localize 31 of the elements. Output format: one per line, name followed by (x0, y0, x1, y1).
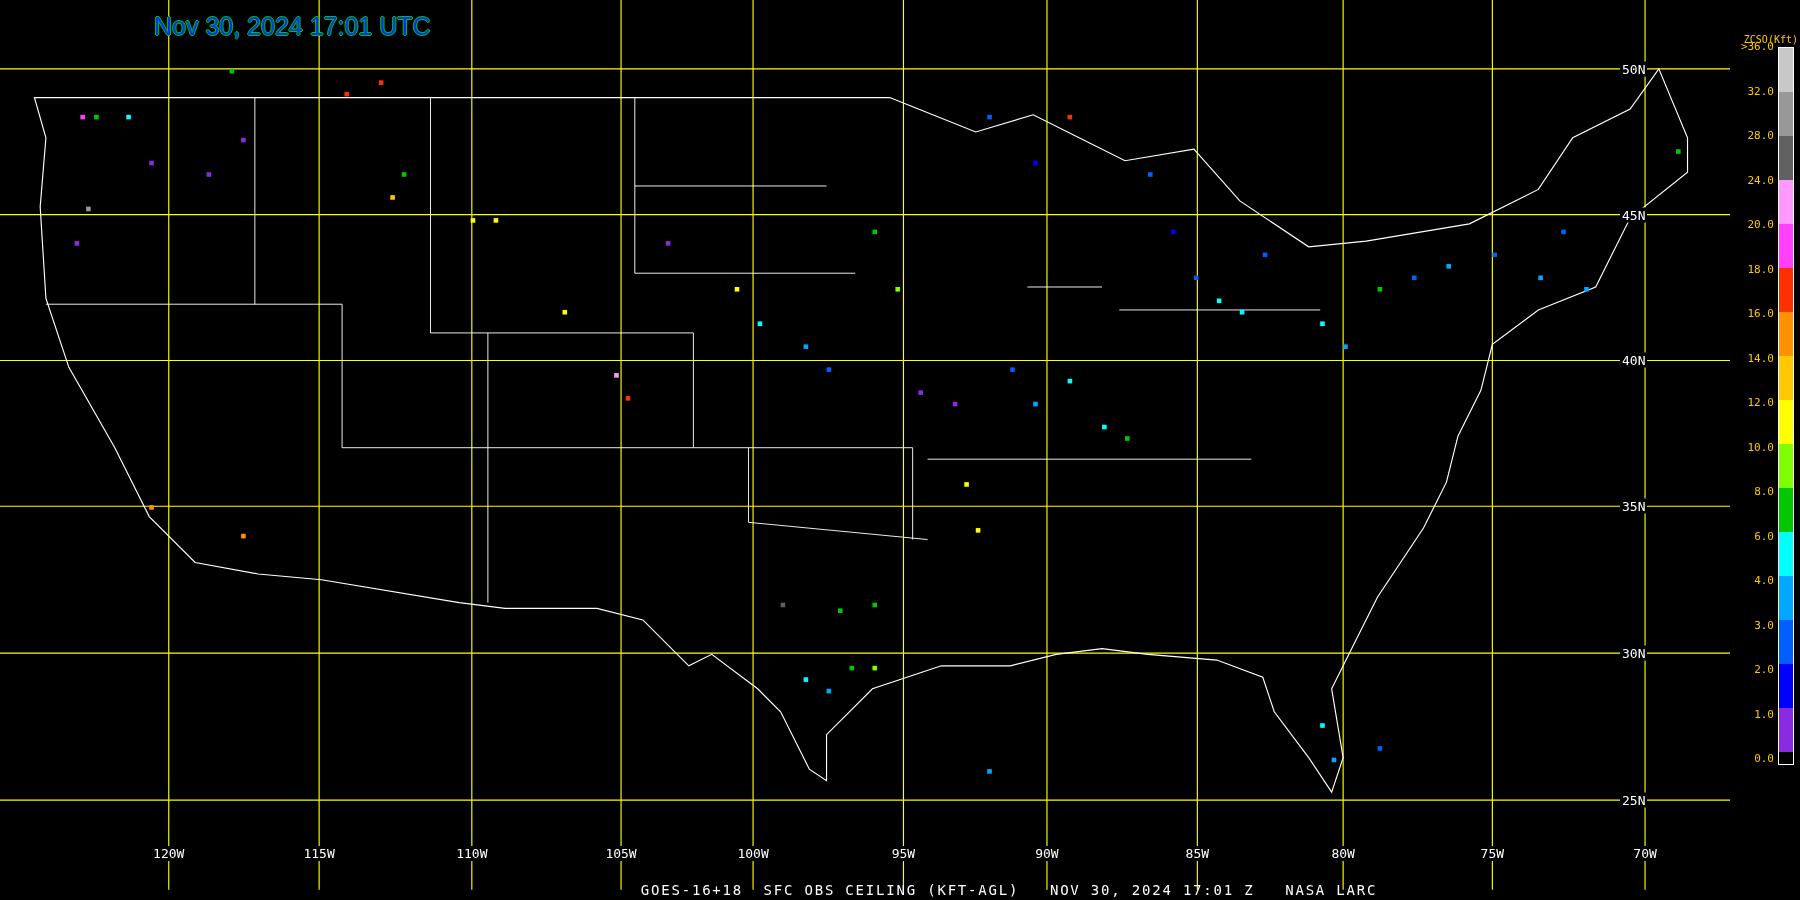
legend-value: 14.0 (1746, 352, 1774, 365)
longitude-label: 110W (454, 846, 490, 861)
legend-value: 20.0 (1746, 219, 1774, 231)
legend-value: 3.0 (1753, 619, 1774, 632)
longitude-label: 75W (1478, 846, 1507, 861)
legend-value: 32.0 (1746, 85, 1774, 98)
longitude-label: 120W (151, 846, 187, 861)
latitude-label: 50N (1620, 61, 1648, 77)
longitude-label: 90W (1033, 846, 1061, 861)
latitude-label: 40N (1620, 352, 1648, 368)
longitude-label: 95W (889, 846, 918, 861)
legend-value: 4.0 (1753, 575, 1774, 587)
legend-value: 6.0 (1753, 530, 1774, 543)
legend-value: 2.0 (1753, 664, 1774, 676)
longitude-label: 85W (1183, 846, 1212, 861)
legend-value: 0.0 (1753, 753, 1774, 765)
legend-value: 24.0 (1746, 174, 1774, 187)
map-caption: GOES-16+18 SFC OBS CEILING (KFT-AGL) NOV 30, 2024 17:01 Z NASA LARC (640, 882, 1378, 898)
legend-value: 12.0 (1746, 397, 1774, 409)
legend-value: 8.0 (1753, 486, 1774, 498)
legend-value: 18.0 (1746, 263, 1774, 276)
legend-value: 10.0 (1746, 441, 1774, 454)
legend-value: 1.0 (1753, 708, 1774, 721)
latitude-label: 45N (1620, 207, 1648, 223)
longitude-label: 80W (1329, 846, 1357, 861)
longitude-label: 70W (1631, 846, 1659, 861)
latitude-label: 35N (1620, 498, 1648, 514)
latitude-label: 25N (1620, 792, 1648, 808)
latitude-label: 30N (1620, 645, 1648, 661)
legend-value: 28.0 (1746, 130, 1774, 142)
legend-value: 16.0 (1746, 308, 1774, 320)
